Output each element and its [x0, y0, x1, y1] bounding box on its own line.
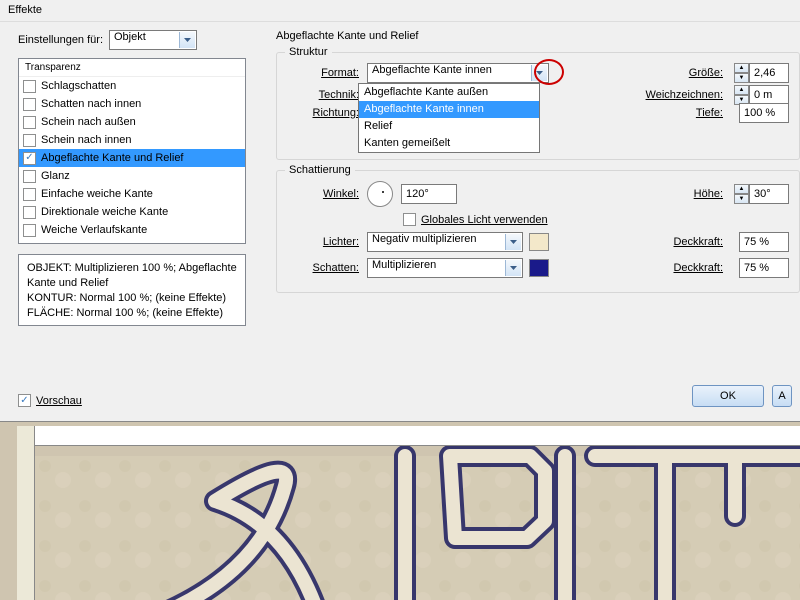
richtung-label: Richtung:	[287, 107, 367, 119]
angle-dial[interactable]	[367, 181, 393, 207]
lichter-label: Lichter:	[287, 236, 367, 248]
tiefe-label: Tiefe:	[696, 107, 723, 119]
weich-label: Weichzeichnen:	[646, 89, 723, 101]
spinner-buttons[interactable]: ▲▼	[734, 63, 749, 83]
effect-checkbox[interactable]	[23, 206, 36, 219]
spinner-buttons[interactable]: ▲▼	[734, 184, 749, 204]
deck2-label: Deckkraft:	[673, 262, 723, 274]
dropdown-option[interactable]: Abgeflachte Kante außen	[359, 84, 539, 101]
global-light-label: Globales Licht verwenden	[421, 214, 548, 226]
list-item-label: Schatten nach innen	[41, 98, 141, 110]
effect-checkbox[interactable]	[23, 116, 36, 129]
effect-checkbox[interactable]	[23, 224, 36, 237]
list-item[interactable]: Schlagschatten	[19, 77, 245, 95]
list-item-label: Schein nach innen	[41, 134, 132, 146]
deck2-input[interactable]	[739, 258, 789, 278]
group-struktur: Struktur Format: Abgeflachte Kante innen…	[276, 52, 800, 160]
chevron-down-icon[interactable]	[531, 65, 547, 81]
ruler-vertical	[17, 426, 35, 600]
schatten-color-swatch[interactable]	[529, 259, 549, 277]
ruler-horizontal	[35, 426, 800, 446]
list-item[interactable]: ✓ Abgeflachte Kante und Relief	[19, 149, 245, 167]
list-item[interactable]: Direktionale weiche Kante	[19, 203, 245, 221]
list-item[interactable]: Schatten nach innen	[19, 95, 245, 113]
lichter-color-swatch[interactable]	[529, 233, 549, 251]
global-light-checkbox[interactable]	[403, 213, 416, 226]
list-item-label: Glanz	[41, 170, 70, 182]
winkel-input[interactable]	[401, 184, 457, 204]
cancel-button[interactable]: A	[772, 385, 792, 407]
list-item-label: Direktionale weiche Kante	[41, 206, 168, 218]
groesse-label: Größe:	[689, 67, 723, 79]
preview-label: Vorschau	[36, 395, 82, 407]
format-dropdown-open[interactable]: Abgeflachte Kante außenAbgeflachte Kante…	[358, 83, 540, 153]
weich-input[interactable]	[749, 85, 789, 105]
schatten-select[interactable]: Multiplizieren	[367, 258, 523, 278]
list-item-label: Schlagschatten	[41, 80, 116, 92]
group-schattierung: Schattierung Winkel: Höhe: ▲▼ Globales L…	[276, 170, 800, 293]
panel-title: Abgeflachte Kante und Relief	[276, 30, 800, 42]
settings-for-select[interactable]: Objekt	[109, 30, 197, 50]
chevron-down-icon	[505, 234, 521, 250]
schatten-label: Schatten:	[287, 262, 367, 274]
effects-listbox[interactable]: Transparenz Schlagschatten Schatten nach …	[18, 58, 246, 244]
dropdown-option[interactable]: Relief	[359, 118, 539, 135]
chevron-down-icon	[505, 260, 521, 276]
settings-for-label: Einstellungen für:	[18, 34, 103, 46]
list-item-label: Einfache weiche Kante	[41, 188, 153, 200]
technik-label: Technik:	[287, 89, 367, 101]
effects-dialog: Effekte Einstellungen für: Objekt Transp…	[0, 0, 800, 422]
format-select[interactable]: Abgeflachte Kante innen	[367, 63, 549, 83]
effect-checkbox[interactable]	[23, 98, 36, 111]
chevron-down-icon	[179, 32, 195, 48]
document-canvas	[0, 422, 800, 600]
list-item[interactable]: Schein nach außen	[19, 113, 245, 131]
artwork[interactable]	[35, 446, 800, 600]
list-header: Transparenz	[19, 59, 245, 77]
effect-checkbox[interactable]	[23, 134, 36, 147]
info-box: OBJEKT: Multiplizieren 100 %; Abgeflacht…	[18, 254, 246, 326]
lichter-select[interactable]: Negativ multiplizieren	[367, 232, 523, 252]
list-item[interactable]: Schein nach innen	[19, 131, 245, 149]
titlebar: Effekte	[0, 0, 800, 22]
list-item[interactable]: Einfache weiche Kante	[19, 185, 245, 203]
ok-button[interactable]: OK	[692, 385, 764, 407]
list-item-label: Weiche Verlaufskante	[41, 224, 147, 236]
list-item-label: Abgeflachte Kante und Relief	[41, 152, 184, 164]
deck1-input[interactable]	[739, 232, 789, 252]
list-item[interactable]: Weiche Verlaufskante	[19, 221, 245, 239]
list-item-label: Schein nach außen	[41, 116, 136, 128]
groesse-input[interactable]	[749, 63, 789, 83]
effect-checkbox[interactable]: ✓	[23, 152, 36, 165]
winkel-label: Winkel:	[287, 188, 367, 200]
preview-checkbox[interactable]: ✓	[18, 394, 31, 407]
effect-checkbox[interactable]	[23, 188, 36, 201]
deck1-label: Deckkraft:	[673, 236, 723, 248]
effect-checkbox[interactable]	[23, 170, 36, 183]
hoehe-label: Höhe:	[694, 188, 723, 200]
dropdown-option[interactable]: Kanten gemeißelt	[359, 135, 539, 152]
tiefe-input[interactable]	[739, 103, 789, 123]
hoehe-input[interactable]	[749, 184, 789, 204]
format-label: Format:	[287, 67, 367, 79]
list-item[interactable]: Glanz	[19, 167, 245, 185]
dropdown-option[interactable]: Abgeflachte Kante innen	[359, 101, 539, 118]
spinner-buttons[interactable]: ▲▼	[734, 85, 749, 105]
effect-checkbox[interactable]	[23, 80, 36, 93]
